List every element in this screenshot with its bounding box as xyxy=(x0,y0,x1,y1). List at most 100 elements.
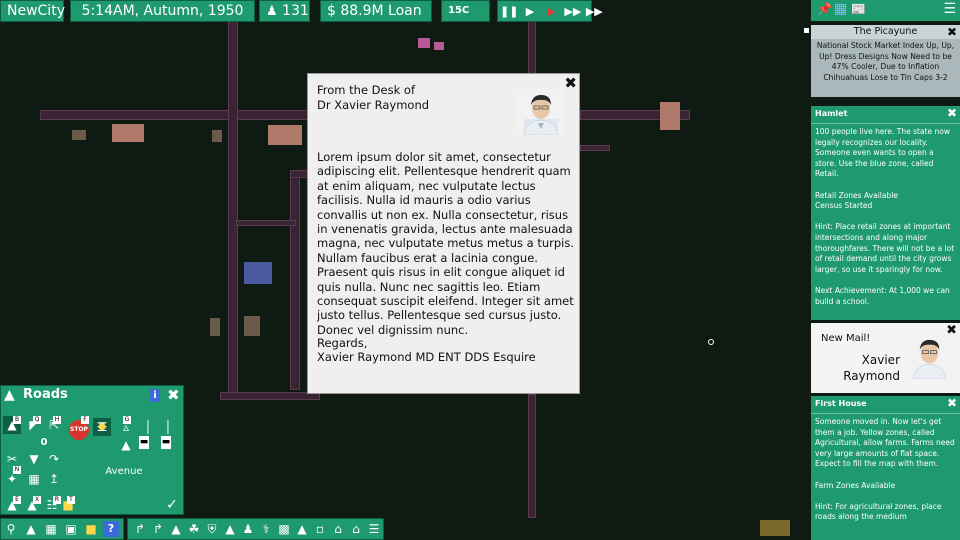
map-building xyxy=(244,262,272,284)
person-icon: ♟ xyxy=(266,4,278,19)
education-icon[interactable]: ▲ xyxy=(168,521,184,537)
hotkey-badge: X xyxy=(33,496,41,504)
letter-author-name: Dr Xavier Raymond xyxy=(317,98,430,112)
mail-sender-last: Raymond xyxy=(843,369,900,383)
map-road xyxy=(290,170,300,390)
letter-dialog: ✖ From the Desk of Dr Xavier Raymond Lor… xyxy=(307,73,580,394)
first-house-hint: Hint: For agricultural zones, place road… xyxy=(815,501,942,522)
zone-tool-icon[interactable]: ▣ xyxy=(63,521,79,537)
hamlet-title: Hamlet ✖ xyxy=(811,106,960,123)
mail-title: New Mail! xyxy=(821,333,871,344)
bin-icon[interactable]: ▫ xyxy=(312,521,328,537)
sign-icon[interactable]: ▬ xyxy=(161,436,171,449)
roundabout-icon[interactable]: ↷ xyxy=(45,450,63,468)
hamlet-text: 100 people live here. The state now lega… xyxy=(815,127,950,179)
road-icon[interactable]: ↱ xyxy=(132,521,148,537)
park-icon[interactable]: ☘ xyxy=(186,521,202,537)
newspaper-card[interactable]: The Picayune ✖ National Stock Market Ind… xyxy=(811,25,960,97)
letter-from-line: From the Desk of xyxy=(317,83,415,97)
monument-icon[interactable]: ▲ xyxy=(222,521,238,537)
pole-icon[interactable]: │ xyxy=(159,418,177,436)
map-building xyxy=(72,130,86,140)
info-icon[interactable]: i xyxy=(150,389,160,402)
newspaper-icon[interactable]: 📰 xyxy=(851,2,866,16)
hamlet-next-achievement: Next Achievement: At 1,000 we can build … xyxy=(815,285,950,306)
pin-icon[interactable]: 📌 xyxy=(817,2,832,16)
population-display[interactable]: ♟ 131 xyxy=(259,0,310,22)
hotkey-badge: E xyxy=(13,496,21,504)
menu-icon[interactable]: ☰ xyxy=(943,1,956,17)
letter-signoff: Regards, Xavier Raymond MD ENT DDS Esqui… xyxy=(317,336,536,365)
map-building xyxy=(112,124,144,142)
arrow-up-icon[interactable]: ▲ xyxy=(117,436,135,454)
map-road xyxy=(528,20,536,80)
religion-icon[interactable]: ⛨ xyxy=(204,521,220,537)
close-icon[interactable]: ✖ xyxy=(946,323,957,338)
small-house-icon[interactable]: ⌂ xyxy=(348,521,364,537)
close-icon[interactable]: ✖ xyxy=(564,74,577,92)
close-icon[interactable]: ✖ xyxy=(947,106,957,120)
step-icon[interactable]: ▶ xyxy=(543,2,560,22)
help-icon[interactable]: ? xyxy=(103,521,119,537)
hotkey-badge: T xyxy=(67,496,75,504)
search-icon[interactable]: ⚲ xyxy=(3,521,19,537)
pole-icon[interactable]: │ xyxy=(139,418,157,436)
map-road xyxy=(236,220,296,226)
speed-controls: ❚❚ ▶ ▶ ▶▶ ▶▶ xyxy=(497,0,603,22)
play-icon[interactable]: ▶ xyxy=(521,2,538,22)
hotkey-badge: B xyxy=(13,416,21,424)
city-name[interactable]: NewCity xyxy=(0,0,65,22)
first-house-unlock: Farm Zones Available xyxy=(815,480,896,490)
bridge-icon[interactable]: ↥ xyxy=(45,470,63,488)
fastest-forward-icon[interactable]: ▶▶ xyxy=(586,2,603,22)
hamlet-unlock: Census Started xyxy=(815,201,873,211)
roads-title: Roads xyxy=(23,387,68,402)
newspaper-title: The Picayune ✖ xyxy=(811,25,960,39)
hotkey-badge: R xyxy=(53,496,61,504)
list-icon[interactable]: ☰ xyxy=(366,521,382,537)
letter-header: From the Desk of Dr Xavier Raymond xyxy=(317,83,429,113)
first-house-body: Someone moved in. Now let's get them a j… xyxy=(811,413,960,540)
traffic-light-icon[interactable]: ● xyxy=(93,418,111,436)
hamlet-hint: Hint: Place retail zones at important in… xyxy=(815,222,955,274)
amenities-tool-icon[interactable]: ■ xyxy=(83,521,99,537)
grid-road-icon[interactable]: ▦ xyxy=(25,470,43,488)
map-road xyxy=(528,394,536,518)
map-road xyxy=(220,392,320,400)
hamlet-unlock: Retail Zones Available xyxy=(815,190,898,200)
hamlet-body: 100 people live here. The state now lega… xyxy=(811,123,960,320)
bottom-toolbar-right: ↱ ↱ ▲ ☘ ⛨ ▲ ♟ ⚕ ▩ ▲ ▫ ⌂ ⌂ ☰ xyxy=(127,518,384,540)
map-building xyxy=(760,520,790,536)
close-icon[interactable]: ✖ xyxy=(167,386,180,404)
mail-card[interactable]: New Mail! Xavier Raymond ✖ xyxy=(811,323,960,393)
road-warning-icon[interactable]: ▲ xyxy=(294,521,310,537)
population-value: 131 xyxy=(282,3,309,19)
map-road xyxy=(228,20,238,400)
map-building xyxy=(210,318,220,336)
people-icon[interactable]: ♟ xyxy=(240,521,256,537)
roads-panel: ▲ Roads i ✖ ▲ ✂ ✦ ◤ ⇱ 0 ▼ ↷ ▦ ↥ STOP ☰ ●… xyxy=(0,385,184,515)
house-icon[interactable]: ⌂ xyxy=(330,521,346,537)
first-house-title-text: First House xyxy=(815,399,867,408)
narrow-road-icon[interactable]: ▼ xyxy=(25,450,43,468)
buildings-tool-icon[interactable]: ▦ xyxy=(43,521,59,537)
roads-tool-icon[interactable]: ▲ xyxy=(23,521,39,537)
fast-forward-icon[interactable]: ▶▶ xyxy=(564,2,581,22)
close-icon[interactable]: ✖ xyxy=(947,25,957,39)
street-icon[interactable]: ↱ xyxy=(150,521,166,537)
close-icon[interactable]: ✖ xyxy=(947,396,957,410)
pause-icon[interactable]: ❚❚ xyxy=(500,2,518,22)
date-time: 5:14AM, Autumn, 1950 xyxy=(70,0,255,22)
grid-icon[interactable]: ▦ xyxy=(834,1,847,17)
hotkey-badge: G xyxy=(123,416,131,424)
road-warning-icon: ▲ xyxy=(4,387,15,403)
map-marker xyxy=(804,28,809,33)
sign-icon[interactable]: ▬ xyxy=(139,436,149,449)
health-icon[interactable]: ⚕ xyxy=(258,521,274,537)
hotkey-badge: Q xyxy=(33,416,41,424)
map-building xyxy=(268,125,302,145)
checkmark-icon[interactable]: ✓ xyxy=(163,496,181,514)
map-building xyxy=(244,316,260,336)
police-car-icon[interactable]: ▩ xyxy=(276,521,292,537)
money-display[interactable]: $ 88.9M Loan xyxy=(320,0,432,22)
